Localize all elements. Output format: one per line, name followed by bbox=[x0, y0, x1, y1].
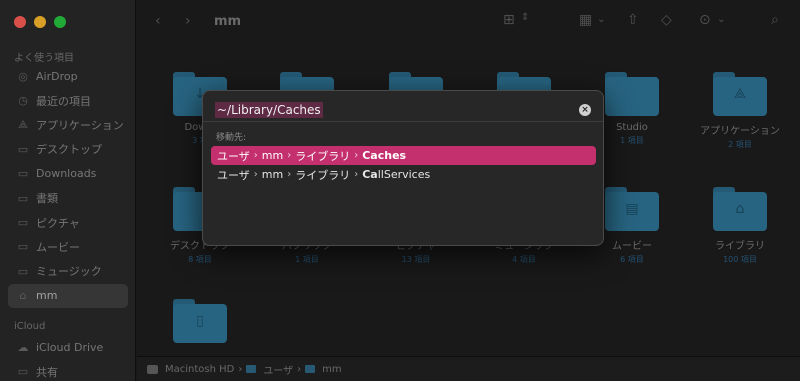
suggestion-item[interactable]: ユーザ › mm › ライブラリ › Ca llServices bbox=[211, 165, 596, 184]
path-rest: llServices bbox=[377, 168, 431, 181]
chevron-right-icon: › bbox=[354, 150, 359, 161]
section-label: 移動先: bbox=[216, 133, 247, 143]
path-match: Ca bbox=[362, 168, 378, 181]
clear-icon[interactable]: × bbox=[579, 104, 591, 116]
go-to-folder-dialog: ~/Library/Caches × 移動先: ユーザ › mm › ライブラリ… bbox=[202, 90, 604, 246]
suggestion-item[interactable]: ユーザ › mm › ライブラリ › Caches bbox=[211, 146, 596, 165]
path-part: ライブラリ bbox=[295, 168, 351, 182]
path-part: ユーザ bbox=[217, 168, 250, 182]
path-last: Caches bbox=[362, 149, 407, 162]
path-part: ライブラリ bbox=[295, 149, 351, 163]
path-part: mm bbox=[261, 149, 284, 162]
divider bbox=[203, 121, 603, 122]
path-input[interactable]: ~/Library/Caches × bbox=[215, 97, 593, 123]
chevron-right-icon: › bbox=[253, 169, 258, 180]
chevron-right-icon: › bbox=[253, 150, 258, 161]
path-part: mm bbox=[261, 168, 284, 181]
path-part: ユーザ bbox=[217, 149, 250, 163]
path-input-value[interactable]: ~/Library/Caches bbox=[215, 102, 323, 118]
chevron-right-icon: › bbox=[287, 169, 292, 180]
finder-window: よく使う項目 ◎ AirDrop ◷ 最近の項目 ⟁ アプリケーション ▭ デス… bbox=[0, 0, 800, 381]
chevron-right-icon: › bbox=[354, 169, 359, 180]
chevron-right-icon: › bbox=[287, 150, 292, 161]
